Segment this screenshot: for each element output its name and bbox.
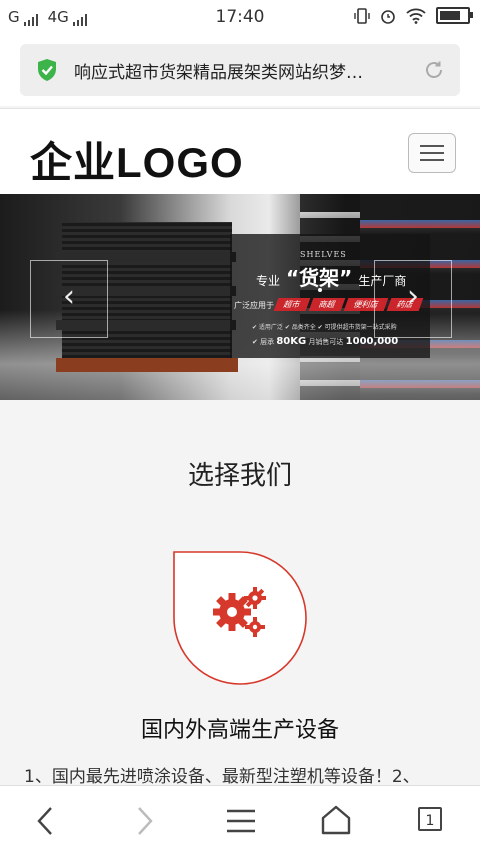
hero-banner[interactable]: SHELVES 专业 “货架” 生产厂商 广泛应用于 超市 商超 便利店 药店 ✔ … — [0, 194, 480, 400]
browser-bottom-nav — [0, 785, 480, 854]
battery-icon — [436, 7, 473, 24]
banner-next-button[interactable]: › — [374, 260, 452, 338]
banner-en-label: SHELVES — [300, 250, 347, 259]
site-header: 企业LOGO — [0, 108, 480, 195]
browser-toolbar: 响应式超市货架精品展架类网站织梦… — [0, 34, 480, 106]
hamburger-menu-button[interactable] — [408, 133, 456, 173]
shield-check-icon — [38, 59, 56, 81]
banner-dot — [318, 288, 322, 292]
chevron-right-icon: › — [407, 279, 419, 314]
banner-tag: 商超 — [308, 298, 346, 311]
section-title: 选择我们 — [187, 461, 292, 491]
menu-icon[interactable] — [226, 808, 256, 834]
banner-usage-label: 广泛应用于 — [234, 301, 274, 310]
site-logo[interactable]: 企业LOGO — [30, 129, 244, 190]
gears-icon — [173, 551, 307, 685]
url-text[interactable]: 响应式超市货架精品展架类网站织梦… — [74, 58, 414, 83]
feature-description: 1、国内最先进喷涂设备、最新型注塑机等设备！2、 — [24, 767, 420, 787]
banner-tag: 超市 — [273, 298, 311, 311]
vibrate-icon — [354, 7, 370, 24]
tab-count-button[interactable]: 1 — [418, 807, 442, 831]
banner-prev-button[interactable]: ‹ — [30, 260, 108, 338]
status-bar: G 4G 17:40 — [0, 0, 480, 34]
forward-arrow-icon[interactable] — [132, 806, 156, 836]
back-arrow-icon[interactable] — [34, 806, 58, 836]
home-icon[interactable] — [320, 804, 352, 836]
reload-icon[interactable] — [422, 58, 446, 82]
address-bar[interactable]: 响应式超市货架精品展架类网站织梦… — [20, 44, 460, 96]
alarm-icon — [381, 9, 395, 24]
feature-title: 国内外高端生产设备 — [140, 718, 339, 743]
wifi-icon — [406, 8, 426, 24]
chevron-left-icon: ‹ — [63, 279, 75, 314]
